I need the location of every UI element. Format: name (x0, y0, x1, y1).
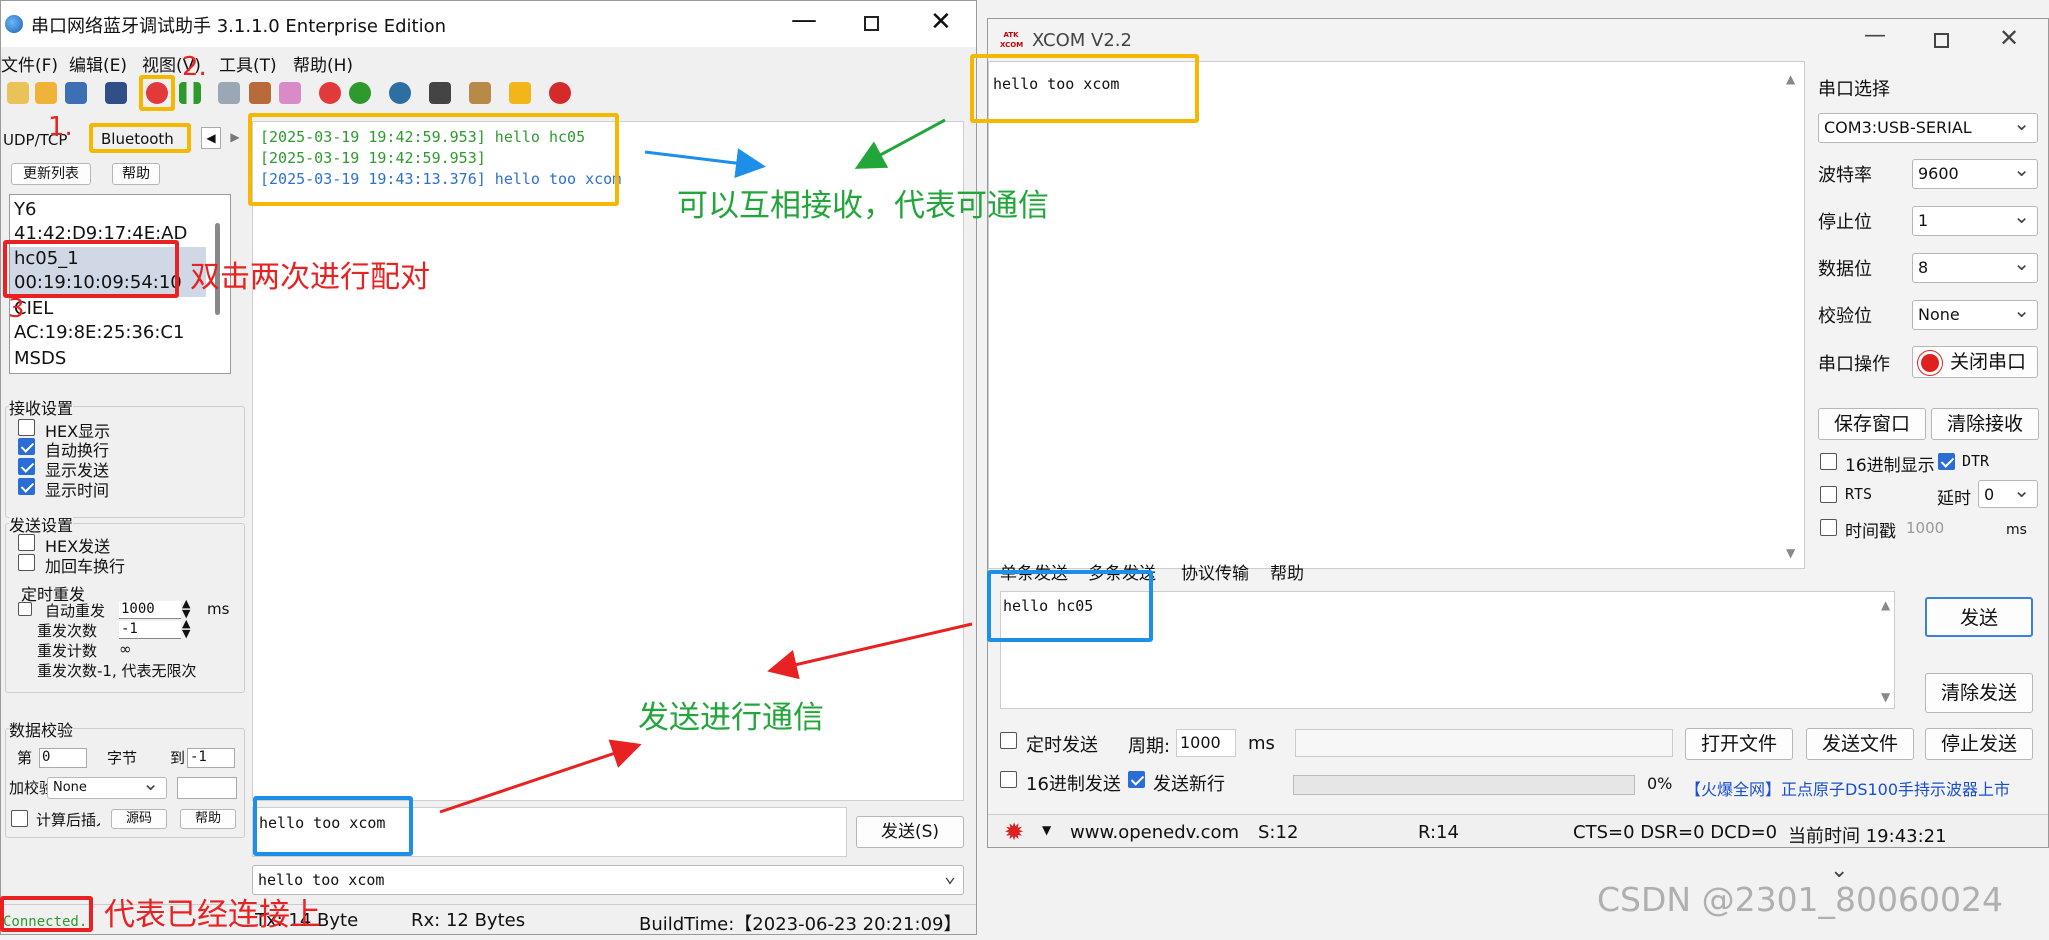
arrow-green (854, 118, 946, 169)
watermark: CSDN @2301_80060024 (1597, 880, 2004, 919)
annotation-arrows (439, 118, 973, 814)
arrow-blue (644, 148, 766, 178)
arrow-red-lower (439, 739, 642, 814)
arrow-red-upper (767, 622, 973, 680)
